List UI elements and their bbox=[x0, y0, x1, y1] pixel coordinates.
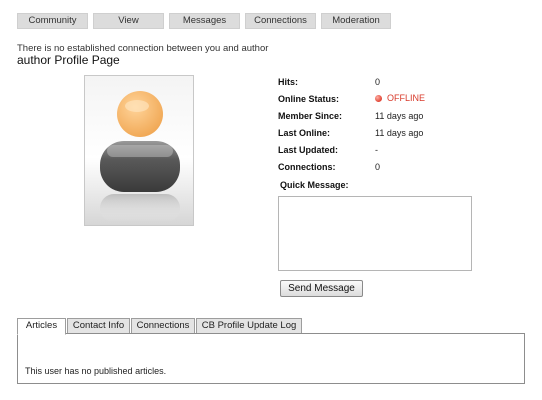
tab-cb-profile-update-log[interactable]: CB Profile Update Log bbox=[196, 318, 302, 334]
online-status-value: OFFLINE bbox=[375, 93, 425, 103]
menu-view-button[interactable]: View bbox=[93, 13, 164, 29]
tab-contact-info[interactable]: Contact Info bbox=[67, 318, 130, 334]
tab-panel-articles: This user has no published articles. bbox=[17, 333, 525, 384]
last-online-value: 11 days ago bbox=[375, 128, 424, 138]
send-message-button[interactable]: Send Message bbox=[280, 280, 363, 297]
menu-moderation-button[interactable]: Moderation bbox=[321, 13, 391, 29]
no-articles-message: This user has no published articles. bbox=[25, 366, 167, 376]
member-since-label: Member Since: bbox=[278, 111, 343, 121]
member-since-value: 11 days ago bbox=[375, 111, 424, 121]
quick-message-label: Quick Message: bbox=[280, 180, 349, 190]
connections-label: Connections: bbox=[278, 162, 336, 172]
menu-messages-button[interactable]: Messages bbox=[169, 13, 240, 29]
hits-value: 0 bbox=[375, 77, 381, 87]
quick-message-input[interactable] bbox=[278, 196, 472, 271]
connections-value: 0 bbox=[375, 162, 381, 172]
page-title: author Profile Page bbox=[17, 53, 120, 67]
online-status-label: Online Status: bbox=[278, 94, 340, 104]
menu-community-button[interactable]: Community bbox=[17, 13, 88, 29]
tab-articles[interactable]: Articles bbox=[17, 318, 66, 335]
default-user-avatar-icon bbox=[100, 91, 180, 222]
last-updated-value: - bbox=[375, 145, 378, 155]
hits-label: Hits: bbox=[278, 77, 298, 87]
avatar bbox=[84, 75, 194, 226]
last-updated-label: Last Updated: bbox=[278, 145, 339, 155]
last-online-label: Last Online: bbox=[278, 128, 331, 138]
tab-connections[interactable]: Connections bbox=[131, 318, 195, 334]
offline-status-icon bbox=[375, 95, 382, 102]
online-status-text: OFFLINE bbox=[387, 93, 426, 103]
menu-connections-button[interactable]: Connections bbox=[245, 13, 316, 29]
